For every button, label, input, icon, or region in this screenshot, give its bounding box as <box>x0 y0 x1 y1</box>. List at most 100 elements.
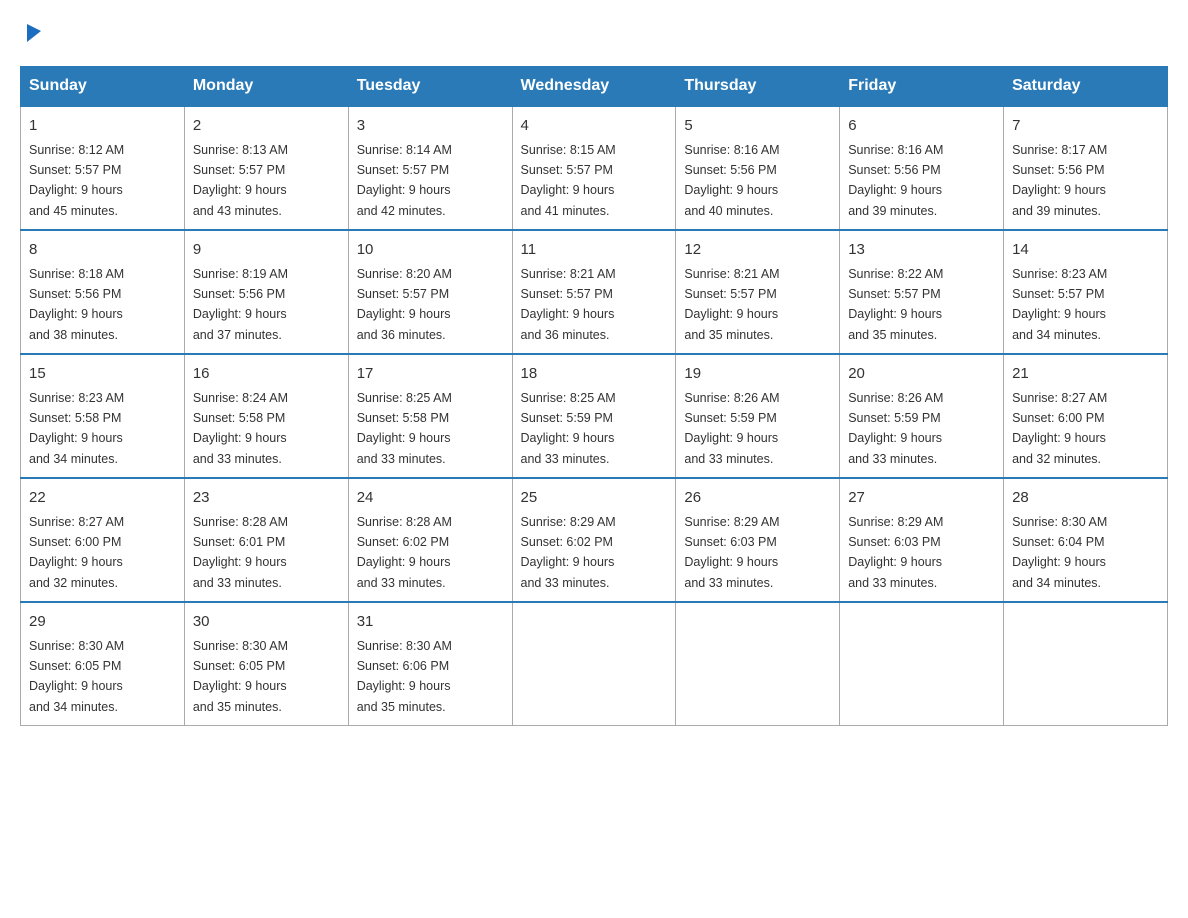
page-header <box>20 20 1168 46</box>
day-info: Sunrise: 8:29 AMSunset: 6:03 PMDaylight:… <box>848 515 943 590</box>
day-info: Sunrise: 8:25 AMSunset: 5:59 PMDaylight:… <box>521 391 616 466</box>
calendar-table: SundayMondayTuesdayWednesdayThursdayFrid… <box>20 66 1168 726</box>
weekday-header-wednesday: Wednesday <box>512 67 676 107</box>
day-number: 22 <box>29 487 176 510</box>
day-number: 24 <box>357 487 504 510</box>
weekday-header-monday: Monday <box>184 67 348 107</box>
calendar-cell: 13 Sunrise: 8:22 AMSunset: 5:57 PMDaylig… <box>840 230 1004 354</box>
weekday-header-thursday: Thursday <box>676 67 840 107</box>
calendar-cell: 15 Sunrise: 8:23 AMSunset: 5:58 PMDaylig… <box>21 354 185 478</box>
day-info: Sunrise: 8:22 AMSunset: 5:57 PMDaylight:… <box>848 267 943 342</box>
day-info: Sunrise: 8:28 AMSunset: 6:02 PMDaylight:… <box>357 515 452 590</box>
day-info: Sunrise: 8:16 AMSunset: 5:56 PMDaylight:… <box>848 143 943 218</box>
calendar-cell: 6 Sunrise: 8:16 AMSunset: 5:56 PMDayligh… <box>840 106 1004 230</box>
day-number: 28 <box>1012 487 1159 510</box>
day-number: 3 <box>357 115 504 138</box>
day-number: 9 <box>193 239 340 262</box>
calendar-cell: 30 Sunrise: 8:30 AMSunset: 6:05 PMDaylig… <box>184 602 348 726</box>
calendar-cell: 11 Sunrise: 8:21 AMSunset: 5:57 PMDaylig… <box>512 230 676 354</box>
calendar-cell <box>676 602 840 726</box>
calendar-week-row: 22 Sunrise: 8:27 AMSunset: 6:00 PMDaylig… <box>21 478 1168 602</box>
logo <box>20 20 45 46</box>
weekday-header-saturday: Saturday <box>1004 67 1168 107</box>
calendar-cell: 4 Sunrise: 8:15 AMSunset: 5:57 PMDayligh… <box>512 106 676 230</box>
day-info: Sunrise: 8:20 AMSunset: 5:57 PMDaylight:… <box>357 267 452 342</box>
day-info: Sunrise: 8:17 AMSunset: 5:56 PMDaylight:… <box>1012 143 1107 218</box>
day-number: 16 <box>193 363 340 386</box>
day-info: Sunrise: 8:30 AMSunset: 6:04 PMDaylight:… <box>1012 515 1107 590</box>
day-number: 30 <box>193 611 340 634</box>
calendar-cell: 19 Sunrise: 8:26 AMSunset: 5:59 PMDaylig… <box>676 354 840 478</box>
day-info: Sunrise: 8:29 AMSunset: 6:02 PMDaylight:… <box>521 515 616 590</box>
calendar-week-row: 8 Sunrise: 8:18 AMSunset: 5:56 PMDayligh… <box>21 230 1168 354</box>
calendar-cell: 1 Sunrise: 8:12 AMSunset: 5:57 PMDayligh… <box>21 106 185 230</box>
calendar-cell: 25 Sunrise: 8:29 AMSunset: 6:02 PMDaylig… <box>512 478 676 602</box>
calendar-cell <box>840 602 1004 726</box>
day-info: Sunrise: 8:30 AMSunset: 6:05 PMDaylight:… <box>29 639 124 714</box>
calendar-cell <box>512 602 676 726</box>
day-number: 7 <box>1012 115 1159 138</box>
day-number: 31 <box>357 611 504 634</box>
day-number: 21 <box>1012 363 1159 386</box>
day-info: Sunrise: 8:25 AMSunset: 5:58 PMDaylight:… <box>357 391 452 466</box>
day-number: 27 <box>848 487 995 510</box>
calendar-cell: 2 Sunrise: 8:13 AMSunset: 5:57 PMDayligh… <box>184 106 348 230</box>
calendar-week-row: 15 Sunrise: 8:23 AMSunset: 5:58 PMDaylig… <box>21 354 1168 478</box>
day-number: 15 <box>29 363 176 386</box>
day-number: 1 <box>29 115 176 138</box>
day-number: 4 <box>521 115 668 138</box>
calendar-cell: 5 Sunrise: 8:16 AMSunset: 5:56 PMDayligh… <box>676 106 840 230</box>
day-info: Sunrise: 8:26 AMSunset: 5:59 PMDaylight:… <box>684 391 779 466</box>
day-number: 18 <box>521 363 668 386</box>
day-number: 14 <box>1012 239 1159 262</box>
day-info: Sunrise: 8:28 AMSunset: 6:01 PMDaylight:… <box>193 515 288 590</box>
day-info: Sunrise: 8:19 AMSunset: 5:56 PMDaylight:… <box>193 267 288 342</box>
day-number: 13 <box>848 239 995 262</box>
day-info: Sunrise: 8:21 AMSunset: 5:57 PMDaylight:… <box>684 267 779 342</box>
calendar-cell: 17 Sunrise: 8:25 AMSunset: 5:58 PMDaylig… <box>348 354 512 478</box>
day-info: Sunrise: 8:14 AMSunset: 5:57 PMDaylight:… <box>357 143 452 218</box>
day-info: Sunrise: 8:18 AMSunset: 5:56 PMDaylight:… <box>29 267 124 342</box>
day-info: Sunrise: 8:27 AMSunset: 6:00 PMDaylight:… <box>1012 391 1107 466</box>
calendar-cell: 24 Sunrise: 8:28 AMSunset: 6:02 PMDaylig… <box>348 478 512 602</box>
day-info: Sunrise: 8:21 AMSunset: 5:57 PMDaylight:… <box>521 267 616 342</box>
calendar-cell: 28 Sunrise: 8:30 AMSunset: 6:04 PMDaylig… <box>1004 478 1168 602</box>
day-number: 29 <box>29 611 176 634</box>
calendar-cell: 10 Sunrise: 8:20 AMSunset: 5:57 PMDaylig… <box>348 230 512 354</box>
weekday-header-row: SundayMondayTuesdayWednesdayThursdayFrid… <box>21 67 1168 107</box>
day-info: Sunrise: 8:29 AMSunset: 6:03 PMDaylight:… <box>684 515 779 590</box>
day-number: 12 <box>684 239 831 262</box>
day-info: Sunrise: 8:13 AMSunset: 5:57 PMDaylight:… <box>193 143 288 218</box>
day-number: 19 <box>684 363 831 386</box>
day-info: Sunrise: 8:27 AMSunset: 6:00 PMDaylight:… <box>29 515 124 590</box>
day-number: 2 <box>193 115 340 138</box>
calendar-cell: 20 Sunrise: 8:26 AMSunset: 5:59 PMDaylig… <box>840 354 1004 478</box>
day-number: 8 <box>29 239 176 262</box>
day-info: Sunrise: 8:30 AMSunset: 6:06 PMDaylight:… <box>357 639 452 714</box>
calendar-cell: 16 Sunrise: 8:24 AMSunset: 5:58 PMDaylig… <box>184 354 348 478</box>
calendar-cell: 23 Sunrise: 8:28 AMSunset: 6:01 PMDaylig… <box>184 478 348 602</box>
logo-arrow-icon <box>23 20 45 46</box>
calendar-cell <box>1004 602 1168 726</box>
calendar-cell: 18 Sunrise: 8:25 AMSunset: 5:59 PMDaylig… <box>512 354 676 478</box>
calendar-week-row: 1 Sunrise: 8:12 AMSunset: 5:57 PMDayligh… <box>21 106 1168 230</box>
day-number: 26 <box>684 487 831 510</box>
day-info: Sunrise: 8:24 AMSunset: 5:58 PMDaylight:… <box>193 391 288 466</box>
calendar-cell: 29 Sunrise: 8:30 AMSunset: 6:05 PMDaylig… <box>21 602 185 726</box>
day-number: 11 <box>521 239 668 262</box>
day-info: Sunrise: 8:23 AMSunset: 5:58 PMDaylight:… <box>29 391 124 466</box>
day-number: 20 <box>848 363 995 386</box>
calendar-cell: 9 Sunrise: 8:19 AMSunset: 5:56 PMDayligh… <box>184 230 348 354</box>
weekday-header-friday: Friday <box>840 67 1004 107</box>
calendar-cell: 3 Sunrise: 8:14 AMSunset: 5:57 PMDayligh… <box>348 106 512 230</box>
calendar-cell: 21 Sunrise: 8:27 AMSunset: 6:00 PMDaylig… <box>1004 354 1168 478</box>
day-number: 23 <box>193 487 340 510</box>
calendar-cell: 7 Sunrise: 8:17 AMSunset: 5:56 PMDayligh… <box>1004 106 1168 230</box>
day-info: Sunrise: 8:16 AMSunset: 5:56 PMDaylight:… <box>684 143 779 218</box>
calendar-cell: 12 Sunrise: 8:21 AMSunset: 5:57 PMDaylig… <box>676 230 840 354</box>
calendar-cell: 14 Sunrise: 8:23 AMSunset: 5:57 PMDaylig… <box>1004 230 1168 354</box>
weekday-header-tuesday: Tuesday <box>348 67 512 107</box>
day-info: Sunrise: 8:15 AMSunset: 5:57 PMDaylight:… <box>521 143 616 218</box>
day-info: Sunrise: 8:26 AMSunset: 5:59 PMDaylight:… <box>848 391 943 466</box>
calendar-week-row: 29 Sunrise: 8:30 AMSunset: 6:05 PMDaylig… <box>21 602 1168 726</box>
